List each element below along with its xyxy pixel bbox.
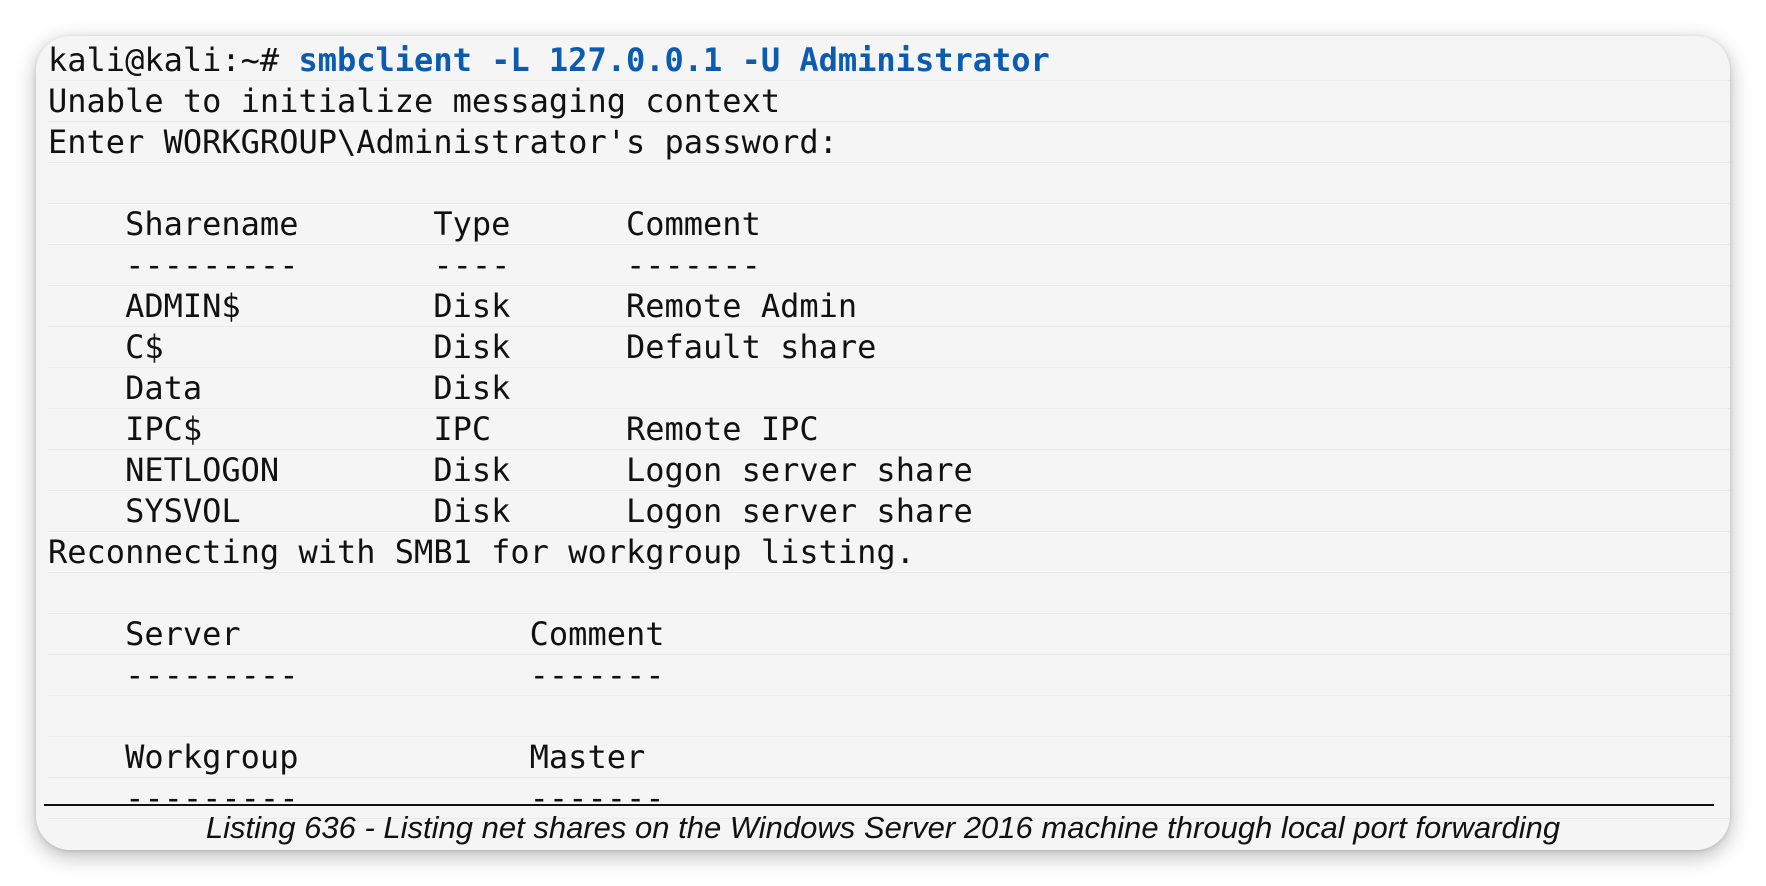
- share-row: Data Disk: [48, 368, 1730, 409]
- share-table-divider: --------- ---- -------: [48, 245, 1730, 286]
- command-line: kali@kali:~# smbclient -L 127.0.0.1 -U A…: [48, 40, 1730, 81]
- share-table-header: Sharename Type Comment: [48, 204, 1730, 245]
- blank-line: [48, 696, 1730, 737]
- share-row: SYSVOL Disk Logon server share: [48, 491, 1730, 532]
- shell-prompt: kali@kali:~#: [48, 41, 299, 79]
- share-row: ADMIN$ Disk Remote Admin: [48, 286, 1730, 327]
- share-row: C$ Disk Default share: [48, 327, 1730, 368]
- blank-line: [48, 163, 1730, 204]
- terminal-output[interactable]: kali@kali:~# smbclient -L 127.0.0.1 -U A…: [36, 36, 1730, 819]
- output-line: Enter WORKGROUP\Administrator's password…: [48, 122, 1730, 163]
- share-row: NETLOGON Disk Logon server share: [48, 450, 1730, 491]
- output-line: Reconnecting with SMB1 for workgroup lis…: [48, 532, 1730, 573]
- server-table-header: Server Comment: [48, 614, 1730, 655]
- command-text: smbclient -L 127.0.0.1 -U Administrator: [298, 41, 1050, 79]
- listing-card: kali@kali:~# smbclient -L 127.0.0.1 -U A…: [36, 36, 1730, 850]
- caption-divider: [44, 804, 1714, 806]
- workgroup-table-header: Workgroup Master: [48, 737, 1730, 778]
- output-line: Unable to initialize messaging context: [48, 81, 1730, 122]
- server-table-divider: --------- -------: [48, 655, 1730, 696]
- listing-caption: Listing 636 - Listing net shares on the …: [205, 810, 1561, 845]
- blank-line: [48, 573, 1730, 614]
- share-row: IPC$ IPC Remote IPC: [48, 409, 1730, 450]
